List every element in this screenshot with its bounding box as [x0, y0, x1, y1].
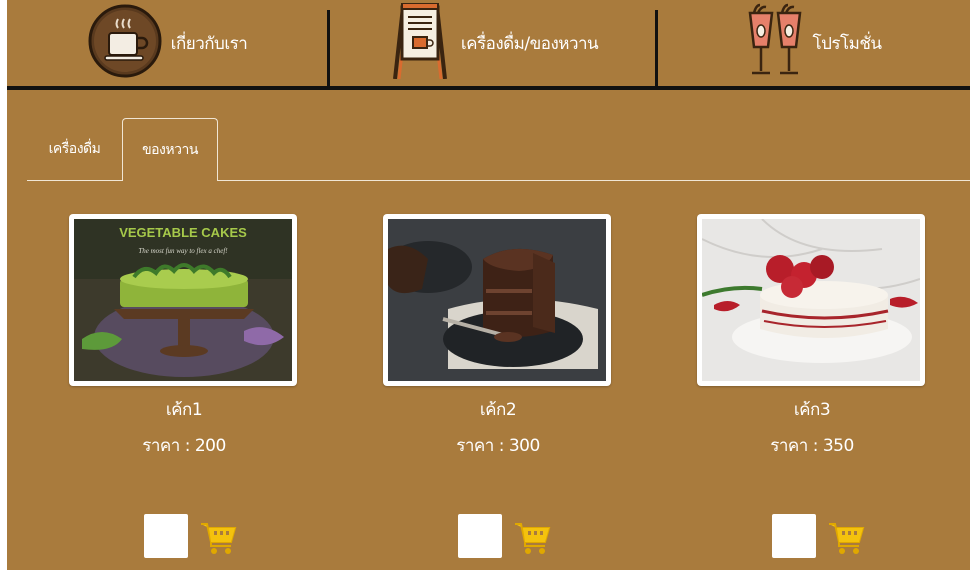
nav-divider	[7, 86, 970, 90]
nav-label-promotion: โปรโมชั่น	[812, 33, 882, 54]
nav-item-promotion[interactable]: โปรโมชั่น	[658, 0, 970, 86]
nav-item-drinks-desserts[interactable]: เครื่องดื่ม/ของหวาน	[330, 0, 655, 86]
add-to-cart-icon[interactable]	[199, 518, 237, 556]
product-price: ราคา : 350	[770, 436, 854, 456]
product-name: เค้ก3	[793, 400, 831, 420]
product-price: ราคา : 300	[456, 436, 540, 456]
image-subtitle-text: The most fun way to flex a chef!	[138, 247, 228, 255]
product-image[interactable]	[697, 214, 925, 386]
tab-desserts[interactable]: ของหวาน	[122, 118, 218, 181]
add-to-cart-icon[interactable]	[513, 518, 551, 556]
product-name: เค้ก2	[479, 400, 517, 420]
top-navigation: เกี่ยวกับเรา เครื่องดื่ม/ของหวาน โปรโมชั…	[7, 0, 970, 90]
image-title-text: VEGETABLE CAKES	[119, 225, 247, 240]
product-image[interactable]: VEGETABLE CAKES The most fun way to flex…	[69, 214, 297, 386]
quantity-input[interactable]	[144, 514, 188, 558]
coffee-cup-icon	[87, 3, 163, 83]
product-name: เค้ก1	[165, 400, 203, 420]
product-image[interactable]	[383, 214, 611, 386]
tab-label: ของหวาน	[142, 142, 198, 158]
nav-label-drinks-desserts: เครื่องดื่ม/ของหวาน	[460, 33, 599, 54]
quantity-input[interactable]	[772, 514, 816, 558]
tab-label: เครื่องดื่ม	[48, 140, 101, 157]
quantity-input[interactable]	[458, 514, 502, 558]
drinks-icon	[746, 3, 804, 83]
nav-item-about[interactable]: เกี่ยวกับเรา	[7, 0, 327, 86]
tab-drinks[interactable]: เครื่องดื่ม	[27, 118, 122, 179]
add-to-cart-icon[interactable]	[827, 518, 865, 556]
menu-board-icon	[387, 2, 453, 83]
product-price: ราคา : 200	[142, 436, 226, 456]
category-tabs: เครื่องดื่ม ของหวาน	[27, 118, 970, 181]
page-frame: เกี่ยวกับเรา เครื่องดื่ม/ของหวาน โปรโมชั…	[7, 0, 970, 570]
nav-label-about: เกี่ยวกับเรา	[170, 33, 248, 54]
